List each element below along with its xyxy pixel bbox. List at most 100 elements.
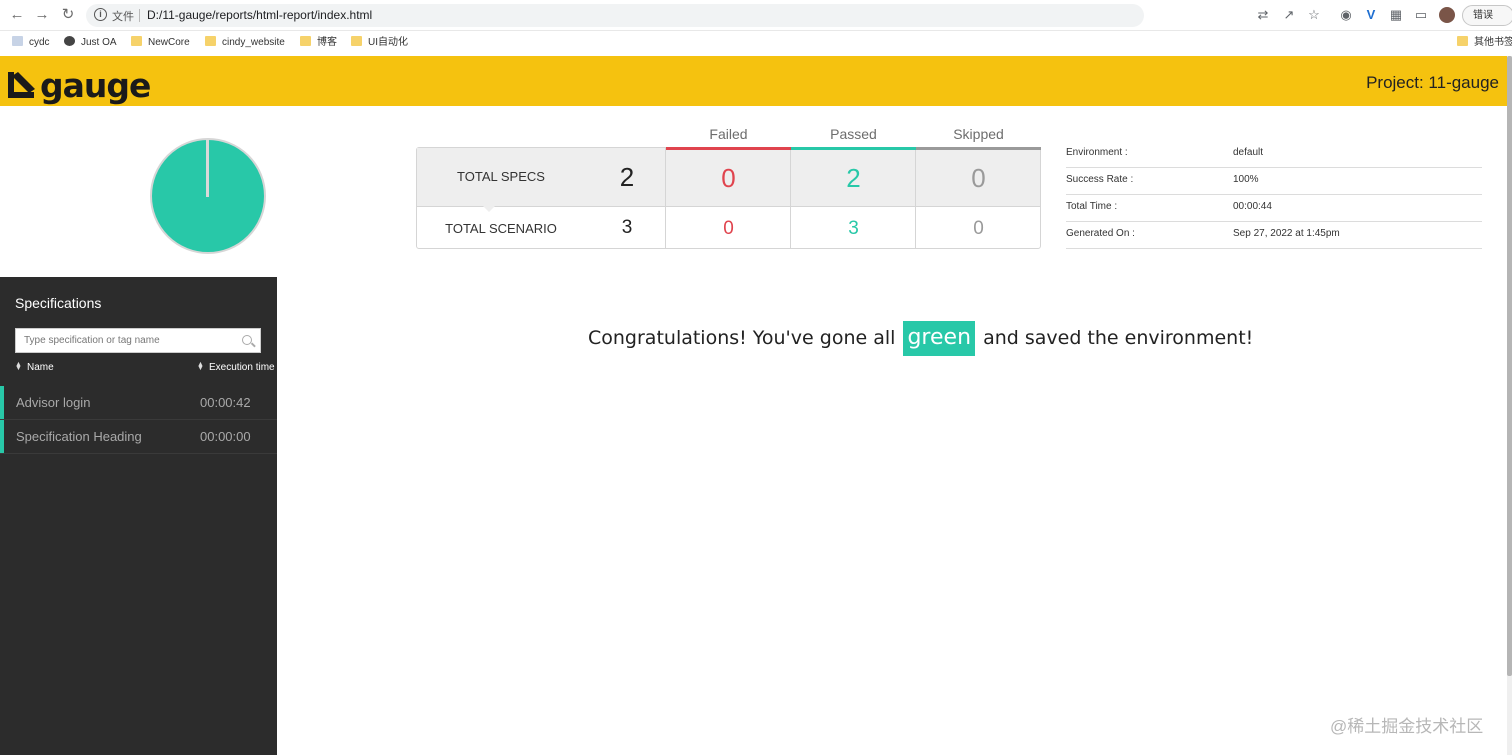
column-divider [665,148,666,249]
sort-by-execution-time[interactable]: ▲ ▼ Execution time [197,361,275,373]
folder-icon [131,36,142,46]
side-panel-icon[interactable]: ▭ [1413,7,1429,23]
report-info-table: Environment : default Success Rate : 100… [1066,141,1482,249]
info-key: Environment : [1066,147,1128,158]
folder-icon [1457,36,1468,46]
bookmark-label: cindy_website [222,37,285,48]
spec-list-item[interactable]: Specification Heading 00:00:00 [0,420,277,454]
info-key: Total Time : [1066,201,1118,212]
info-value: 100% [1233,174,1259,185]
bookmark-cindy-website[interactable]: cindy_website [205,35,285,51]
message-text-after: and saved the environment! [983,327,1254,349]
browser-toolbar: ← → ↻ i 文件 D:/11-gauge/reports/html-repo… [0,0,1512,31]
sort-icon: ▲ ▼ [197,361,204,372]
sort-by-name[interactable]: ▲ ▼ Name [15,361,54,373]
folder-icon [205,36,216,46]
back-arrow-icon[interactable]: ← [8,6,26,24]
skipped-accent-border [916,147,1041,150]
bookmark-label: NewCore [148,37,190,48]
search-icon[interactable] [242,335,252,345]
bookmark-label: cydc [29,37,50,48]
forward-arrow-icon[interactable]: → [33,6,51,24]
congratulations-message: Congratulations! You've gone all green a… [588,321,1253,356]
scenario-failed-count[interactable]: 0 [666,218,791,240]
address-bar[interactable]: i 文件 D:/11-gauge/reports/html-report/ind… [86,4,1144,27]
bookmark-label: UI自动化 [368,37,408,48]
extension-shield-icon[interactable]: ◉ [1338,7,1354,23]
column-divider [790,148,791,249]
stats-table: TOTAL SPECS 2 0 2 0 TOTAL SCENARIO 3 0 3… [416,147,1041,249]
specs-skipped-count[interactable]: 0 [916,163,1041,194]
report-header: gauge Project: 11-gauge [0,56,1507,106]
page-scrollbar-thumb[interactable] [1507,56,1512,676]
spec-status-bar [0,386,4,419]
selected-row-pointer [482,205,496,212]
column-divider [915,148,916,249]
sidebar-title: Specifications [15,295,102,311]
sort-time-label: Execution time [209,362,275,373]
scenario-skipped-count[interactable]: 0 [916,218,1041,240]
spec-time: 00:00:42 [200,395,251,410]
bookmark-cydc[interactable]: cydc [12,35,50,51]
specs-row[interactable]: TOTAL SPECS 2 0 2 0 [417,148,1040,206]
folder-icon [351,36,362,46]
bookmark-just-oa[interactable]: Just OA [64,35,117,51]
extension-v-icon[interactable]: V [1363,7,1379,23]
address-url[interactable]: D:/11-gauge/reports/html-report/index.ht… [147,8,372,22]
scenarios-row[interactable]: TOTAL SCENARIO 3 0 3 0 [417,206,1040,249]
bookmark-newcore[interactable]: NewCore [131,35,190,51]
specs-failed-count[interactable]: 0 [666,163,791,194]
folder-icon [300,36,311,46]
bookmark-label: 其他书签 [1474,37,1512,48]
bookmarks-bar: cydc Just OA NewCore cindy_website 博客 UI… [0,31,1512,55]
scenario-passed-count[interactable]: 3 [791,218,916,240]
message-text-before: Congratulations! You've gone all [588,327,896,349]
globe-icon [64,36,75,46]
info-key: Success Rate : [1066,174,1134,185]
spec-time: 00:00:00 [200,429,251,444]
specifications-sidebar: Specifications ▲▼ Name ▲▼ Execution time A… [0,277,277,755]
puzzle-icon[interactable]: ▦ [1388,7,1404,23]
reload-icon[interactable]: ↻ [59,6,77,24]
passed-accent-border [791,147,916,150]
address-divider [139,9,140,22]
translate-icon[interactable]: ⇄ [1255,7,1271,23]
info-value: Sep 27, 2022 at 1:45pm [1233,228,1340,239]
info-icon[interactable]: i [94,8,107,21]
spec-name: Advisor login [16,395,91,410]
specs-passed-count[interactable]: 2 [791,163,916,194]
skipped-column-header: Skipped [953,126,1004,142]
bookmark-label: Just OA [81,37,117,48]
total-specs-label: TOTAL SPECS [457,169,545,184]
profile-avatar[interactable] [1439,7,1455,23]
failed-accent-border [666,147,791,150]
spec-list-item[interactable]: Advisor login 00:00:42 [0,386,277,420]
total-scenario-count: 3 [621,217,633,238]
info-row-success-rate: Success Rate : 100% [1066,168,1482,195]
info-row-generated-on: Generated On : Sep 27, 2022 at 1:45pm [1066,222,1482,249]
failed-column-header: Failed [709,126,748,142]
spec-name: Specification Heading [16,429,142,444]
info-key: Generated On : [1066,228,1135,239]
bookmark-other[interactable]: 其他书签 [1457,35,1512,51]
error-label: 错误 [1473,10,1493,21]
bookmark-blog[interactable]: 博客 [300,35,337,51]
info-value: default [1233,147,1264,158]
project-title: Project: 11-gauge [1366,73,1499,92]
address-scheme: 文件 [112,11,134,23]
bookmark-ui-automation[interactable]: UI自动化 [351,35,408,51]
error-button[interactable]: 错误 [1462,5,1512,26]
star-icon[interactable]: ☆ [1306,7,1322,23]
sort-name-label: Name [27,362,54,373]
document-icon [12,36,23,46]
total-scenario-label: TOTAL SCENARIO [445,221,557,236]
logo-text: gauge [40,66,151,105]
gauge-logo-icon [8,72,35,98]
spec-search-input[interactable] [16,329,236,352]
passed-column-header: Passed [830,126,877,142]
spec-search-box[interactable] [15,328,261,353]
info-row-environment: Environment : default [1066,141,1482,168]
share-icon[interactable]: ↗ [1281,7,1297,23]
spec-status-bar [0,420,4,453]
info-row-total-time: Total Time : 00:00:44 [1066,195,1482,222]
